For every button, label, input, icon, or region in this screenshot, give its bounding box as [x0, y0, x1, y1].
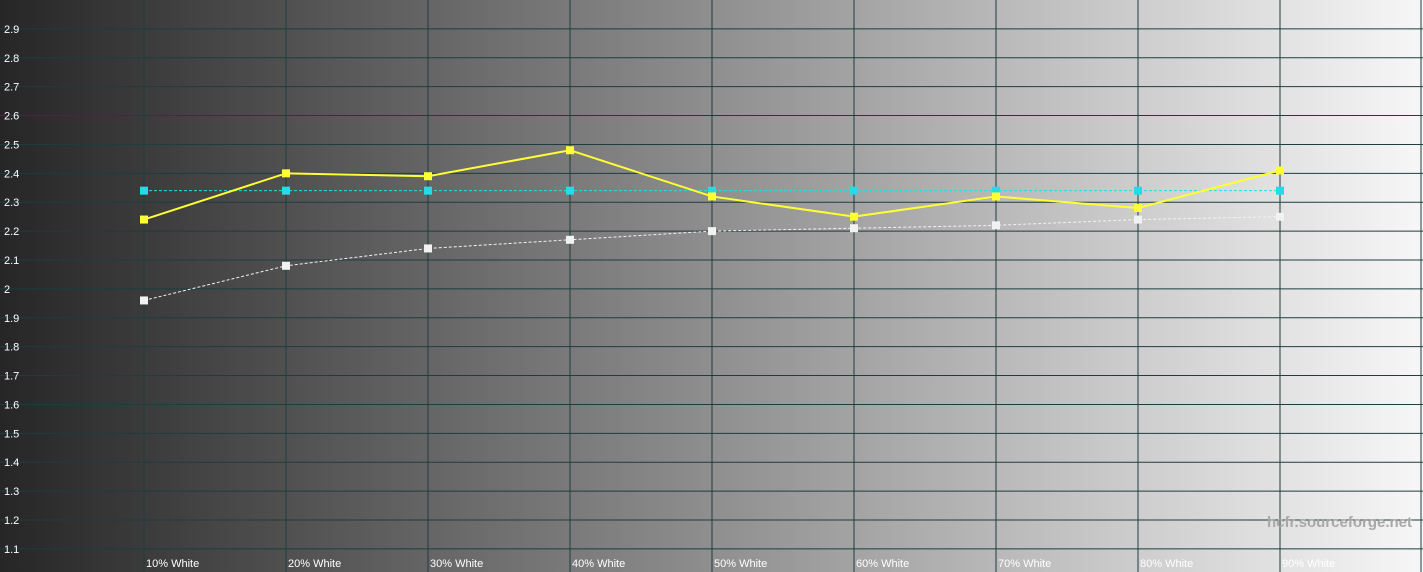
- data-point-marker: [850, 224, 858, 233]
- x-tick-label: 50% White: [714, 558, 767, 570]
- x-tick-label: 90% White: [1282, 558, 1335, 570]
- data-point-marker: [566, 235, 574, 244]
- x-tick-label: 10% White: [146, 558, 199, 570]
- x-tick-label: 30% White: [430, 558, 483, 570]
- data-point-marker: [140, 215, 148, 224]
- data-point-marker: [708, 192, 716, 201]
- x-tick-label: 40% White: [572, 558, 625, 570]
- y-tick-label: 2.5: [4, 139, 19, 151]
- y-tick-label: 2.1: [4, 255, 19, 267]
- data-point-marker: [1134, 186, 1142, 195]
- y-tick-label: 1.7: [4, 371, 19, 383]
- y-tick-label: 2.9: [4, 24, 19, 36]
- data-point-marker: [1276, 186, 1284, 195]
- y-tick-label: 1.9: [4, 313, 19, 325]
- data-point-marker: [282, 261, 290, 270]
- data-point-marker: [566, 146, 574, 155]
- data-point-marker: [1276, 166, 1284, 175]
- y-tick-label: 2: [4, 284, 10, 296]
- data-point-marker: [992, 192, 1000, 201]
- y-tick-label: 2.7: [4, 82, 19, 94]
- data-point-marker: [850, 186, 858, 195]
- chart-canvas: 1.1 1.2 1.3 1.4 1.5 1.6 1.7 1.8 1.9 2 2.1 2.2 2.3 2.4…: [0, 0, 1423, 572]
- data-point-marker: [992, 221, 1000, 230]
- data-point-marker: [140, 186, 148, 195]
- data-point-marker: [424, 172, 432, 181]
- data-point-marker: [1276, 212, 1284, 221]
- y-tick-label: 2.2: [4, 226, 19, 238]
- data-point-marker: [282, 169, 290, 178]
- data-point-marker: [1134, 215, 1142, 224]
- x-tick-label: 60% White: [856, 558, 909, 570]
- x-tick-label: 70% White: [998, 558, 1051, 570]
- y-tick-label: 2.4: [4, 168, 19, 180]
- x-axis-ticks: 10% White 20% White 30% White 40% White 50% …: [146, 558, 1335, 570]
- y-tick-label: 2.6: [4, 111, 19, 123]
- data-point-marker: [140, 296, 148, 305]
- y-tick-label: 1.8: [4, 342, 19, 354]
- y-tick-label: 1.3: [4, 486, 19, 498]
- y-tick-label: 1.1: [4, 544, 19, 556]
- y-tick-label: 1.6: [4, 399, 19, 411]
- y-tick-label: 2.8: [4, 53, 19, 65]
- y-tick-label: 1.5: [4, 428, 19, 440]
- y-tick-label: 1.4: [4, 457, 19, 469]
- data-point-marker: [424, 244, 432, 253]
- y-tick-label: 2.3: [4, 197, 19, 209]
- data-point-marker: [282, 186, 290, 195]
- y-tick-label: 1.2: [4, 515, 19, 527]
- gamma-chart: 1.1 1.2 1.3 1.4 1.5 1.6 1.7 1.8 1.9 2 2.1 2.2 2.3 2.4…: [0, 0, 1423, 572]
- watermark-text: hcfr.sourceforge.net: [1267, 514, 1412, 531]
- data-point-marker: [1134, 204, 1142, 212]
- data-point-marker: [424, 186, 432, 195]
- x-tick-label: 80% White: [1140, 558, 1193, 570]
- data-point-marker: [708, 227, 716, 236]
- x-tick-label: 20% White: [288, 558, 341, 570]
- data-point-marker: [850, 212, 858, 221]
- data-point-marker: [566, 186, 574, 195]
